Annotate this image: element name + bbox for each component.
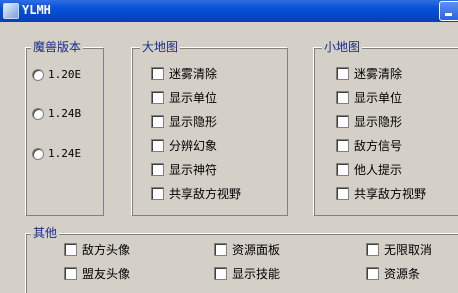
group-minimap-title: 小地图 <box>322 40 363 54</box>
checkbox[interactable] <box>151 139 164 152</box>
radio-label: 1.24E <box>48 147 82 160</box>
checkbox[interactable] <box>336 139 349 152</box>
checkbox[interactable] <box>336 115 349 128</box>
radio-button[interactable] <box>32 108 44 120</box>
checkbox[interactable] <box>336 163 349 176</box>
checkbox[interactable] <box>151 163 164 176</box>
checkbox-label: 他人提示 <box>354 163 403 177</box>
radio-button[interactable] <box>32 69 44 81</box>
checkbox-label: 资源面板 <box>232 243 281 257</box>
checkbox[interactable] <box>64 243 77 256</box>
checkbox-label: 迷雾清除 <box>354 67 403 81</box>
checkbox[interactable] <box>151 67 164 80</box>
checkbox-label: 资源条 <box>384 267 421 281</box>
radio-label: 1.24B <box>48 107 82 120</box>
checkbox[interactable] <box>151 187 164 200</box>
checkbox[interactable] <box>366 243 379 256</box>
checkbox[interactable] <box>151 91 164 104</box>
group-bigmap: 大地图 迷雾清除 显示单位 显示隐形 分辨幻象 显示神符 共享敌方视野 <box>131 40 287 215</box>
radio-label: 1.20E <box>48 68 82 81</box>
checkbox-label: 显示技能 <box>232 267 281 281</box>
checkbox-label: 共享敌方视野 <box>169 187 242 201</box>
group-other-title: 其他 <box>31 226 60 240</box>
checkbox[interactable] <box>366 267 379 280</box>
checkbox-label: 无限取消 <box>384 243 433 257</box>
checkbox-label: 显示神符 <box>169 163 218 177</box>
group-minimap: 小地图 迷雾清除 显示单位 显示隐形 敌方信号 他人提示 共享敌方视野 <box>313 40 458 215</box>
checkbox-label: 显示单位 <box>354 91 403 105</box>
checkbox-label: 盟友头像 <box>82 267 131 281</box>
checkbox[interactable] <box>336 67 349 80</box>
checkbox[interactable] <box>214 267 227 280</box>
checkbox[interactable] <box>64 267 77 280</box>
checkbox-label: 共享敌方视野 <box>354 187 427 201</box>
group-version-title: 魔兽版本 <box>31 40 84 54</box>
group-bigmap-title: 大地图 <box>140 40 181 54</box>
checkbox-label: 迷雾清除 <box>169 67 218 81</box>
checkbox[interactable] <box>336 187 349 200</box>
checkbox[interactable] <box>214 243 227 256</box>
minimize-button[interactable] <box>439 1 458 21</box>
checkbox[interactable] <box>336 91 349 104</box>
checkbox-label: 显示单位 <box>169 91 218 105</box>
checkbox-label: 分辨幻象 <box>169 139 218 153</box>
checkbox-label: 敌方头像 <box>82 243 131 257</box>
title-bar: YLMH <box>0 0 458 22</box>
checkbox-label: 显示隐形 <box>169 115 218 129</box>
checkbox-label: 显示隐形 <box>354 115 403 129</box>
checkbox[interactable] <box>151 115 164 128</box>
group-version: 魔兽版本 1.20E 1.24B 1.24E <box>25 40 103 215</box>
group-other: 其他 敌方头像 资源面板 无限取消 盟友头像 显示技能 资源条 <box>25 226 458 293</box>
window-title: YLMH <box>22 3 51 17</box>
checkbox-label: 敌方信号 <box>354 139 403 153</box>
radio-button[interactable] <box>32 148 44 160</box>
app-icon <box>3 3 19 19</box>
